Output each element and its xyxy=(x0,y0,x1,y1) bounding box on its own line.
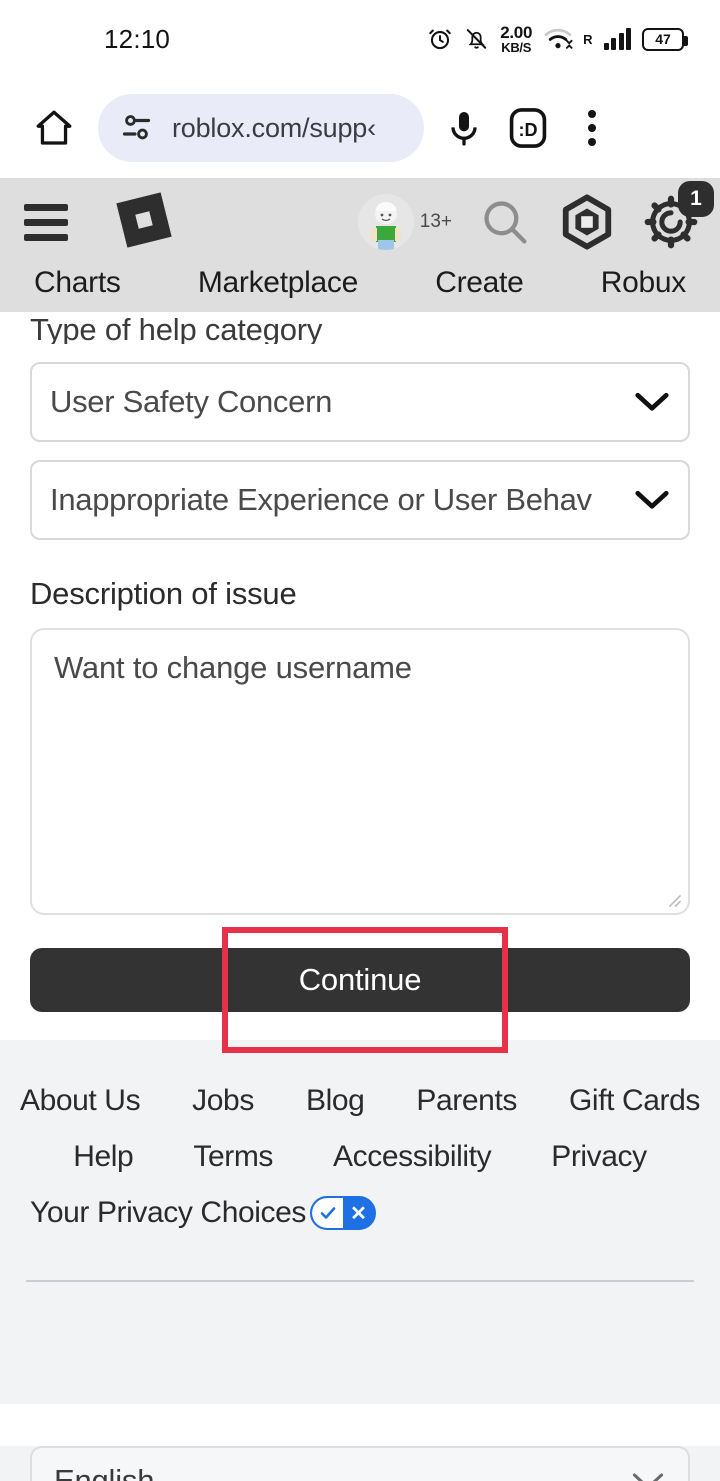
roblox-logo-icon[interactable] xyxy=(108,184,180,261)
tab-robux[interactable]: Robux xyxy=(601,266,687,300)
kebab-menu-icon xyxy=(588,110,596,146)
privacy-x-half: ✕ xyxy=(350,1202,367,1225)
privacy-choices-icon: ✕ xyxy=(310,1196,377,1230)
battery-level: 47 xyxy=(655,31,671,47)
network-speed-value: 2.00 xyxy=(500,23,533,42)
roaming-indicator: R xyxy=(583,31,593,47)
help-category-value: User Safety Concern xyxy=(50,384,333,419)
footer-link-privacy[interactable]: Privacy xyxy=(551,1140,647,1174)
wifi-icon xyxy=(544,28,573,49)
description-value: Want to change username xyxy=(54,650,412,685)
description-label: Description of issue xyxy=(30,576,297,611)
browser-toolbar: roblox.com/supp‹ :D xyxy=(0,78,720,178)
robux-hexagon-icon xyxy=(562,194,612,250)
help-subcategory-select[interactable]: Inappropriate Experience or User Behav xyxy=(30,460,690,540)
language-select[interactable]: English xyxy=(30,1446,690,1481)
settings-badge: 1 xyxy=(678,181,714,217)
android-status-bar: 12:10 2.00 KB/S R 47 xyxy=(0,0,720,78)
site-settings-icon xyxy=(122,115,151,140)
robux-button[interactable] xyxy=(558,193,616,251)
age-badge: 13+ xyxy=(419,211,452,232)
avatar[interactable]: 13+ xyxy=(357,194,452,250)
description-textarea[interactable]: Want to change username xyxy=(30,628,690,915)
url-text: roblox.com/supp‹ xyxy=(172,112,376,143)
tab-charts[interactable]: Charts xyxy=(34,266,121,300)
footer-link-gift-cards[interactable]: Gift Cards xyxy=(569,1084,700,1118)
resize-handle-icon[interactable] xyxy=(668,894,682,908)
help-category-select[interactable]: User Safety Concern xyxy=(30,362,690,442)
avatar-figure xyxy=(357,194,414,250)
continue-button[interactable]: Continue xyxy=(30,948,690,1012)
footer-divider xyxy=(26,1280,694,1282)
profile-button[interactable]: :D xyxy=(496,105,560,151)
address-bar[interactable]: roblox.com/supp‹ xyxy=(98,94,424,162)
footer-link-terms[interactable]: Terms xyxy=(193,1140,273,1174)
tab-marketplace[interactable]: Marketplace xyxy=(198,266,358,300)
chevron-down-icon xyxy=(635,392,669,411)
footer-link-accessibility[interactable]: Accessibility xyxy=(333,1140,492,1174)
nav-top-row: 13+ 1 xyxy=(20,178,714,266)
site-footer: About Us Jobs Blog Parents Gift Cards He… xyxy=(0,1040,720,1404)
footer-links-row-1: About Us Jobs Blog Parents Gift Cards xyxy=(0,1084,720,1118)
network-speed-unit: KB/S xyxy=(501,40,532,55)
check-icon xyxy=(320,1207,335,1219)
language-section: English xyxy=(0,1446,720,1481)
user-avatar-icon xyxy=(357,194,414,250)
roblox-logo-glyph xyxy=(116,191,172,248)
tab-create[interactable]: Create xyxy=(435,266,524,300)
alarm-clock-icon xyxy=(429,29,451,50)
footer-link-about-us[interactable]: About Us xyxy=(20,1084,141,1118)
voice-search-button[interactable] xyxy=(432,106,496,150)
privacy-choices-label: Your Privacy Choices xyxy=(30,1196,307,1229)
help-subcategory-value: Inappropriate Experience or User Behav xyxy=(50,482,592,517)
category-label: Type of help category xyxy=(30,312,323,344)
svg-text::D: :D xyxy=(518,120,537,140)
chevron-down-icon xyxy=(635,490,669,509)
hamburger-menu-icon[interactable] xyxy=(24,203,72,241)
language-value: English xyxy=(54,1463,155,1481)
network-speed-indicator: 2.00 KB/S xyxy=(500,24,532,54)
roblox-navigation-bar: 13+ 1 Charts Marketplace Create Robux xyxy=(0,178,720,326)
status-icon-tray: 2.00 KB/S R 47 xyxy=(427,24,688,54)
footer-links-row-2: Help Terms Accessibility Privacy xyxy=(0,1140,720,1174)
browser-menu-button[interactable] xyxy=(560,110,624,146)
battery-icon: 47 xyxy=(642,27,688,51)
microphone-icon xyxy=(451,112,477,146)
profile-smiley-icon: :D xyxy=(509,108,547,148)
footer-link-blog[interactable]: Blog xyxy=(306,1084,365,1118)
privacy-choices-row[interactable]: Your Privacy Choices ✕ xyxy=(0,1196,720,1230)
footer-link-help[interactable]: Help xyxy=(73,1140,134,1174)
home-button[interactable] xyxy=(22,106,86,150)
chevron-down-icon xyxy=(632,1473,664,1481)
page-bottom-spacer xyxy=(30,1012,690,1040)
search-button[interactable] xyxy=(478,195,532,249)
privacy-check-half xyxy=(312,1198,344,1228)
home-icon xyxy=(36,110,72,145)
search-icon xyxy=(484,201,527,244)
cellular-signal-icon xyxy=(603,28,631,50)
footer-link-jobs[interactable]: Jobs xyxy=(192,1084,254,1118)
settings-button[interactable]: 1 xyxy=(642,181,714,251)
support-form: Type of help category User Safety Concer… xyxy=(0,312,720,1040)
bell-muted-icon xyxy=(466,29,487,49)
status-clock: 12:10 xyxy=(104,23,171,54)
footer-link-parents[interactable]: Parents xyxy=(416,1084,517,1118)
